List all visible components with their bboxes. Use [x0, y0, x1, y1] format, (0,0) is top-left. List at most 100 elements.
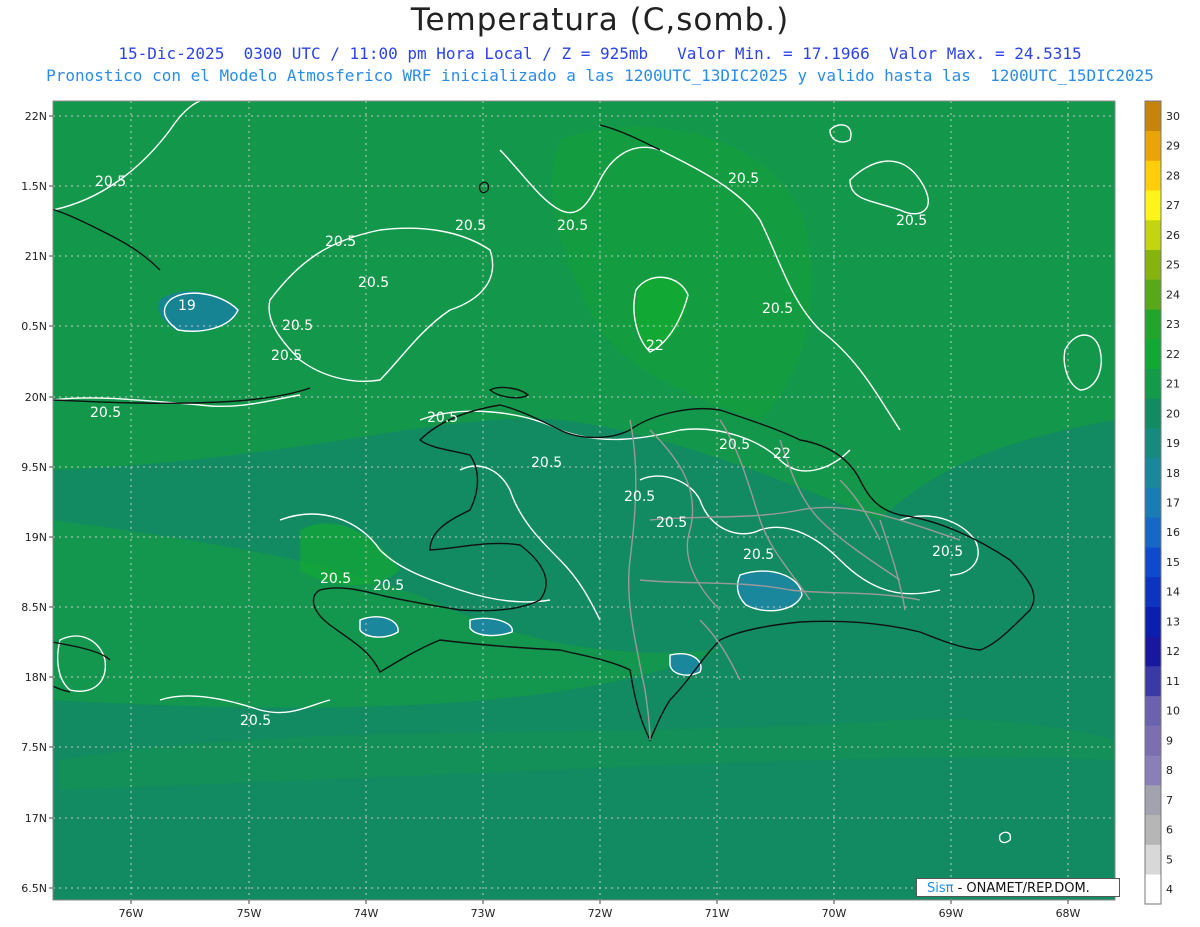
colorbar-label: 14 — [1166, 586, 1180, 599]
colorbar-label: 6 — [1166, 824, 1173, 837]
credit-text: - ONAMET/REP.DOM. — [957, 881, 1090, 896]
contour-label: 20.5 — [624, 489, 655, 505]
colorbar-label: 30 — [1166, 110, 1180, 123]
lat-label: 20N — [25, 391, 47, 404]
colorbar-label: 23 — [1166, 318, 1180, 331]
colorbar-swatch — [1145, 309, 1161, 340]
colorbar-label: 25 — [1166, 259, 1180, 272]
lon-label: 76W — [119, 907, 144, 920]
colorbar-swatch — [1145, 160, 1161, 191]
contour-label: 20.5 — [320, 571, 351, 587]
colorbar-label: 20 — [1166, 407, 1180, 420]
lon-label: 69W — [939, 907, 964, 920]
colorbar-swatch — [1145, 517, 1161, 548]
contour-label: 20.5 — [427, 410, 458, 426]
colorbar-swatch — [1145, 725, 1161, 756]
contour-label: 20.5 — [282, 318, 313, 334]
colorbar-swatch — [1145, 428, 1161, 459]
lon-label: 72W — [588, 907, 613, 920]
contour-label: 20.5 — [325, 234, 356, 250]
contour-label: 20.5 — [656, 515, 687, 531]
colorbar-swatch — [1145, 785, 1161, 816]
latitude-axis: 22N 1.5N 21N 0.5N 20N 9.5N 19N 8.5N 18N … — [21, 110, 53, 895]
forecast-map: 20.5 20.5 20.5 20.5 20.5 20.5 20.5 20.5 … — [21, 100, 1180, 920]
colorbar-label: 10 — [1166, 705, 1180, 718]
colorbar-label: 13 — [1166, 615, 1180, 628]
colorbar-swatch — [1145, 219, 1161, 250]
colorbar-label: 18 — [1166, 467, 1180, 480]
contour-label: 20.5 — [743, 547, 774, 563]
contour-label: 20.5 — [271, 348, 302, 364]
colorbar-label: 8 — [1166, 764, 1173, 777]
contour-label: 22 — [773, 446, 791, 462]
lon-label: 71W — [705, 907, 730, 920]
longitude-axis: 76W 75W 74W 73W 72W 71W 70W 69W 68W — [119, 900, 1081, 920]
colorbar-label: 16 — [1166, 526, 1180, 539]
colorbar-swatch — [1145, 487, 1161, 518]
colorbar-label: 24 — [1166, 288, 1180, 301]
contour-label: 20.5 — [557, 218, 588, 234]
lat-label: 17N — [25, 812, 47, 825]
contour-label: 20.5 — [455, 218, 486, 234]
lon-label: 70W — [822, 907, 847, 920]
colorbar-label: 5 — [1166, 853, 1173, 866]
contour-label: 20.5 — [719, 437, 750, 453]
colorbar-swatch — [1145, 101, 1161, 132]
lat-label: 8.5N — [21, 601, 47, 614]
contour-label: 20.5 — [932, 544, 963, 560]
colorbar-swatch — [1145, 398, 1161, 429]
colorbar-label: 12 — [1166, 645, 1180, 658]
colorbar-swatch — [1145, 814, 1161, 845]
colorbar-swatch — [1145, 368, 1161, 399]
credit-box: Sisπ - ONAMET/REP.DOM. — [916, 878, 1120, 897]
colorbar-label: 26 — [1166, 229, 1180, 242]
colorbar-swatch — [1145, 874, 1161, 905]
lat-label: 19N — [25, 531, 47, 544]
colorbar-swatch — [1145, 279, 1161, 310]
lat-label: 7.5N — [21, 741, 47, 754]
colorbar-label: 19 — [1166, 437, 1180, 450]
colorbar-swatch — [1145, 547, 1161, 578]
colorbar-swatch — [1145, 130, 1161, 161]
contour-label: 20.5 — [240, 713, 271, 729]
colorbar-swatch — [1145, 576, 1161, 607]
colorbar: 4 5 6 7 8 9 10 11 12 13 14 15 16 17 18 19 20 21 22 23 24 25 26… — [1144, 100, 1180, 905]
colorbar-swatch — [1145, 606, 1161, 637]
colorbar-label: 28 — [1166, 169, 1180, 182]
lat-label: 22N — [25, 110, 47, 123]
lat-label: 18N — [25, 671, 47, 684]
colorbar-swatch — [1145, 755, 1161, 786]
colorbar-swatch — [1145, 190, 1161, 221]
lon-label: 68W — [1056, 907, 1081, 920]
colorbar-swatch — [1145, 249, 1161, 280]
contour-label: 20.5 — [95, 174, 126, 190]
colorbar-label: 7 — [1166, 794, 1173, 807]
contour-label: 22 — [646, 338, 664, 354]
contour-label: 20.5 — [358, 275, 389, 291]
colorbar-label: 17 — [1166, 497, 1180, 510]
colorbar-label: 27 — [1166, 199, 1180, 212]
contour-label: 20.5 — [90, 405, 121, 421]
colorbar-label: 4 — [1166, 883, 1173, 896]
colorbar-label: 21 — [1166, 378, 1180, 391]
lat-label: 9.5N — [21, 461, 47, 474]
lat-label: 1.5N — [21, 180, 47, 193]
lat-label: 6.5N — [21, 882, 47, 895]
colorbar-swatch — [1145, 666, 1161, 697]
contour-label: 20.5 — [373, 578, 404, 594]
contour-label: 20.5 — [531, 455, 562, 471]
colorbar-label: 22 — [1166, 348, 1180, 361]
contour-label: 20.5 — [762, 301, 793, 317]
colorbar-swatch — [1145, 636, 1161, 667]
colorbar-swatch — [1145, 338, 1161, 369]
contour-label: 20.5 — [896, 213, 927, 229]
lat-label: 0.5N — [21, 320, 47, 333]
colorbar-swatch — [1145, 695, 1161, 726]
colorbar-label: 9 — [1166, 734, 1173, 747]
sispi-logo-text: Sisπ — [927, 881, 954, 896]
lon-label: 75W — [237, 907, 262, 920]
colorbar-label: 11 — [1166, 675, 1180, 688]
colorbar-label: 15 — [1166, 556, 1180, 569]
colorbar-swatch — [1145, 457, 1161, 488]
colorbar-swatch — [1145, 844, 1161, 875]
